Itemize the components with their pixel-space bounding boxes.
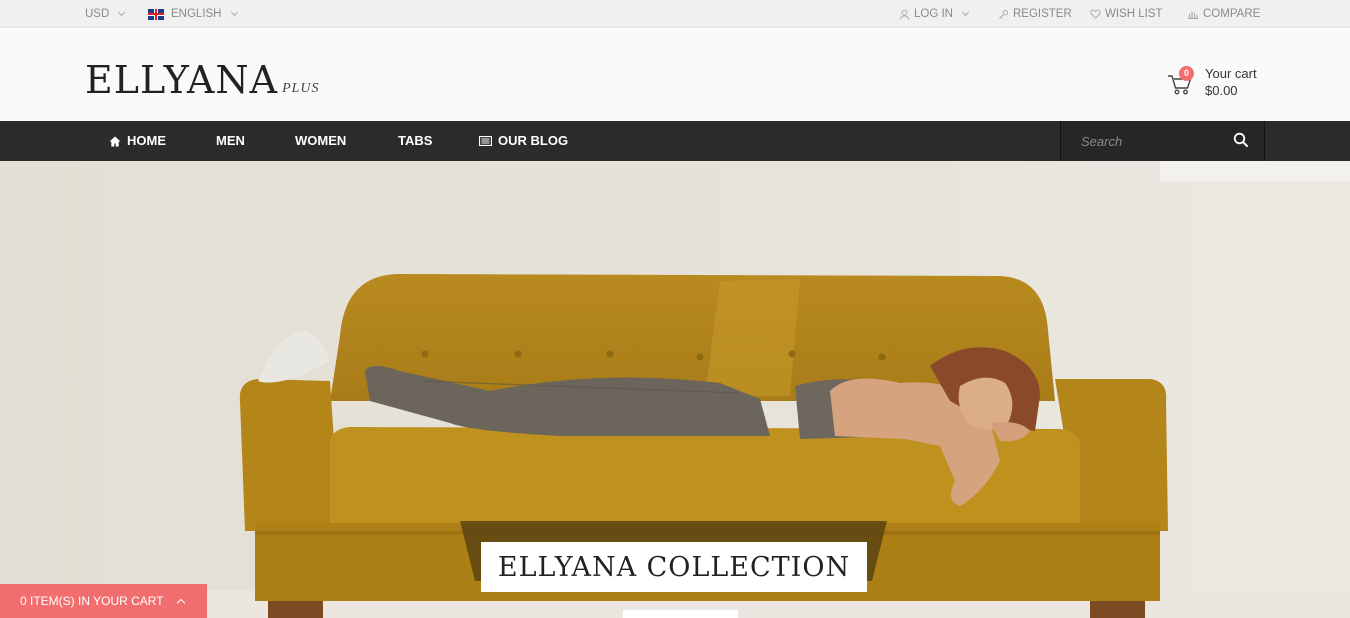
nav-item-home[interactable]: HOME <box>109 121 166 161</box>
nav-label: MEN <box>216 133 245 148</box>
compare-link[interactable]: COMPARE <box>1187 0 1260 28</box>
site-header: ELLYANA PLUS 0 Your cart $0.00 <box>0 29 1350 121</box>
key-icon <box>999 9 1009 19</box>
top-bar: USD ENGLISH LOG IN REGISTER WISH LIST CO… <box>0 0 1350 28</box>
currency-selector[interactable]: USD <box>85 0 126 28</box>
uk-flag-icon <box>148 8 164 20</box>
nav-item-women[interactable]: WOMEN <box>295 121 346 161</box>
chevron-down-icon <box>118 8 126 16</box>
login-link[interactable]: LOG IN <box>899 0 970 28</box>
search-icon <box>1233 132 1248 147</box>
heart-icon <box>1090 9 1101 19</box>
main-nav: HOME MEN WOMEN TABS OUR BLOG <box>0 121 1350 161</box>
nav-item-men[interactable]: MEN <box>216 121 245 161</box>
logo-sub-text: PLUS <box>282 81 320 96</box>
nav-item-blog[interactable]: OUR BLOG <box>479 121 568 161</box>
logo-main-text: ELLYANA <box>85 58 279 102</box>
home-icon <box>109 136 121 146</box>
currency-label: USD <box>85 7 110 20</box>
shopping-cart-icon: 0 <box>1166 66 1196 99</box>
register-link[interactable]: REGISTER <box>998 0 1072 28</box>
cart-items-label: 0 ITEM(S) IN YOUR CART <box>20 594 164 608</box>
cart-label: Your cart <box>1205 66 1257 81</box>
nav-label: TABS <box>398 133 433 148</box>
hero-banner[interactable]: ELLYANA COLLECTION <box>0 161 1350 618</box>
nav-label: OUR BLOG <box>498 133 569 148</box>
nav-label: WOMEN <box>295 133 347 148</box>
search-button[interactable] <box>1233 132 1251 150</box>
user-icon <box>899 9 910 20</box>
language-label: ENGLISH <box>171 7 222 20</box>
register-label: REGISTER <box>1013 7 1072 20</box>
bar-chart-icon <box>1188 11 1198 19</box>
chevron-down-icon <box>961 8 970 16</box>
chevron-up-icon <box>176 598 185 608</box>
cart-total: $0.00 <box>1205 83 1238 98</box>
search-box <box>1060 121 1265 161</box>
wishlist-link[interactable]: WISH LIST <box>1090 0 1163 28</box>
cart-count-badge: 0 <box>1179 66 1194 81</box>
site-logo[interactable]: ELLYANA PLUS <box>85 61 320 99</box>
login-label: LOG IN <box>914 7 953 20</box>
wishlist-label: WISH LIST <box>1105 7 1163 20</box>
compare-label: COMPARE <box>1203 7 1261 20</box>
hero-shop-button[interactable] <box>623 610 738 618</box>
blog-icon <box>479 136 492 146</box>
hero-title: ELLYANA COLLECTION <box>481 542 867 592</box>
chevron-down-icon <box>230 8 238 16</box>
header-cart[interactable]: 0 Your cart $0.00 <box>1166 66 1257 99</box>
nav-label: HOME <box>127 133 166 148</box>
nav-item-tabs[interactable]: TABS <box>398 121 432 161</box>
cart-summary: Your cart $0.00 <box>1205 65 1257 99</box>
search-input[interactable] <box>1081 131 1231 151</box>
cart-toggle-bar[interactable]: 0 ITEM(S) IN YOUR CART <box>0 584 207 618</box>
language-selector[interactable]: ENGLISH <box>148 0 238 28</box>
